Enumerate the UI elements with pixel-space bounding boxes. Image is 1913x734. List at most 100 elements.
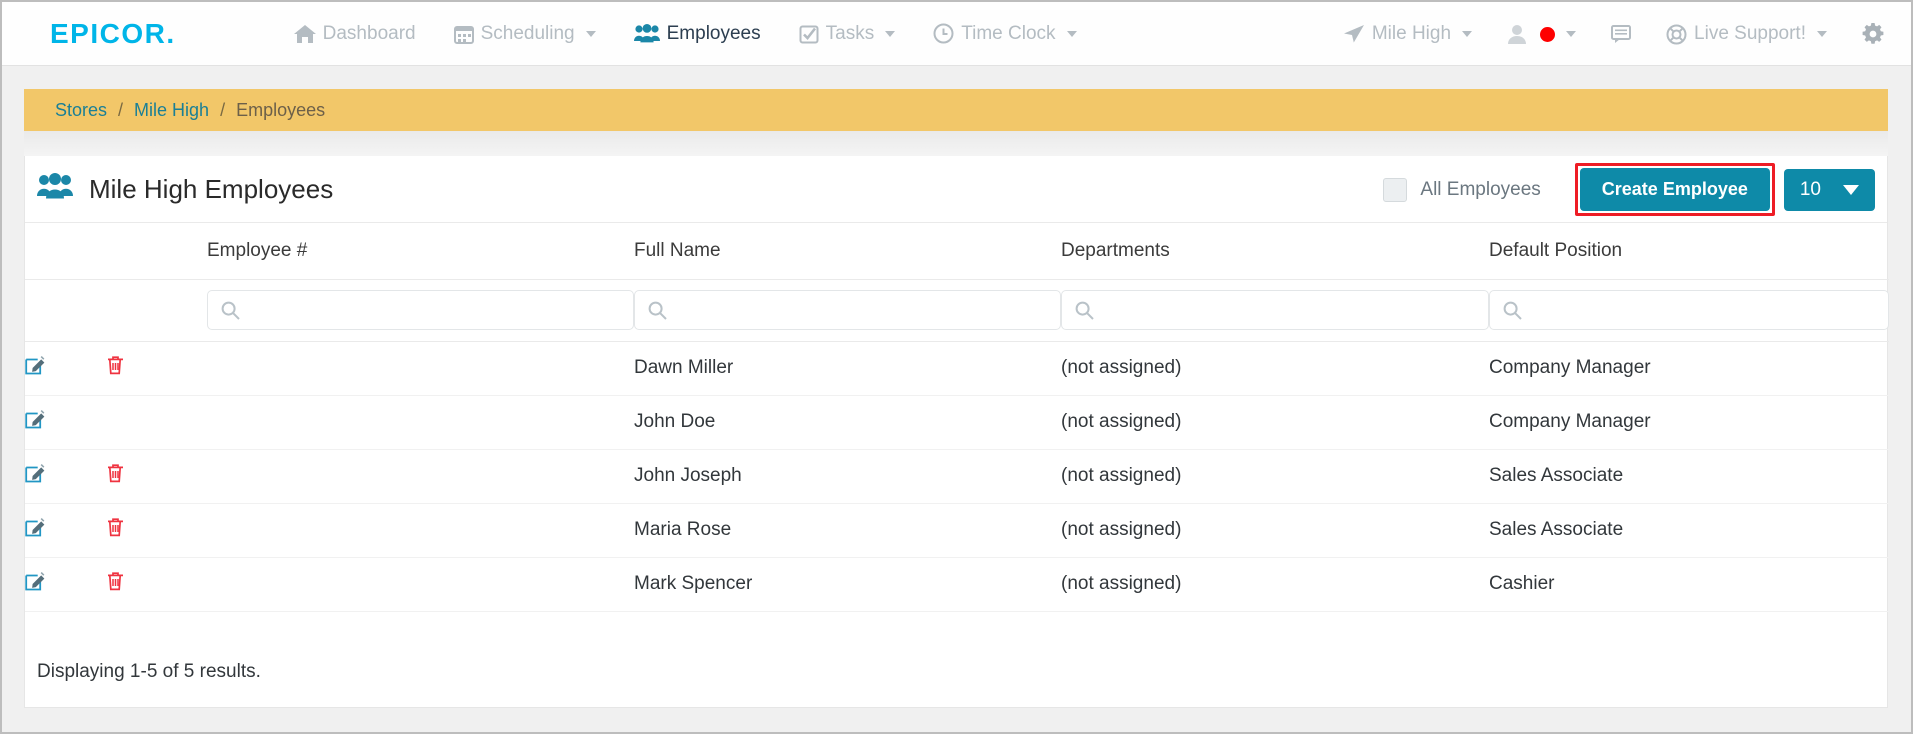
search-box-employee-number[interactable]: [207, 290, 634, 330]
cell-default-position: Company Manager: [1489, 341, 1889, 396]
filter-cell-edit: [25, 279, 107, 342]
primary-nav: Dashboard Scheduling Employees Tasks Tim…: [293, 22, 1077, 45]
logo-dot: .: [166, 17, 176, 49]
trash-icon[interactable]: [107, 517, 124, 537]
app-window: EPICOR. Dashboard Scheduling Employees T…: [0, 0, 1913, 734]
employees-table: Employee # Full Name Departments Default…: [25, 223, 1889, 612]
row-edit-cell: [25, 449, 107, 504]
nav-item-user-menu[interactable]: [1506, 23, 1577, 45]
nav-label-scheduling: Scheduling: [480, 22, 575, 44]
nav-item-tasks[interactable]: Tasks: [799, 23, 896, 45]
gear-icon: [1861, 22, 1885, 46]
nav-item-scheduling[interactable]: Scheduling: [453, 22, 596, 45]
cell-default-position: Cashier: [1489, 557, 1889, 612]
nav-item-store-selector[interactable]: Mile High: [1343, 23, 1473, 45]
create-employee-button[interactable]: Create Employee: [1579, 168, 1770, 211]
checkbox-icon[interactable]: [1383, 177, 1408, 202]
search-icon: [221, 301, 240, 325]
breadcrumb-item-stores[interactable]: Stores: [55, 100, 107, 121]
filter-cell-full-name: [634, 279, 1061, 342]
search-input-departments[interactable]: [1102, 291, 1480, 329]
create-employee-highlight: Create Employee: [1574, 163, 1775, 216]
table-header-full-name[interactable]: Full Name: [634, 223, 1061, 280]
cell-departments: (not assigned): [1061, 395, 1489, 450]
breadcrumb-separator: /: [118, 99, 124, 120]
breadcrumb-separator: /: [220, 99, 226, 120]
epicor-logo[interactable]: EPICOR.: [50, 17, 176, 49]
trash-icon[interactable]: [107, 463, 124, 483]
table-header-default-position[interactable]: Default Position: [1489, 223, 1889, 280]
breadcrumb-item-mile-high[interactable]: Mile High: [134, 100, 209, 121]
cell-default-position: Company Manager: [1489, 395, 1889, 450]
chevron-down-icon: [1566, 31, 1577, 37]
row-delete-cell: [107, 503, 207, 558]
comment-icon: [1610, 24, 1632, 44]
nav-label-tasks: Tasks: [825, 22, 875, 44]
filter-cell-departments: [1061, 279, 1489, 342]
all-employees-label: All Employees: [1420, 178, 1541, 200]
cell-full-name: Dawn Miller: [634, 341, 1061, 396]
table-row: John Doe (not assigned) Company Manager: [25, 395, 1889, 450]
secondary-nav: Mile High Live Support!: [1343, 2, 1885, 66]
location-arrow-icon: [1343, 24, 1365, 44]
check-square-icon: [799, 24, 819, 44]
page-size-dropdown[interactable]: 10: [1783, 168, 1875, 211]
cell-employee-number: [207, 449, 634, 504]
edit-icon[interactable]: [25, 463, 45, 483]
nav-item-settings[interactable]: [1861, 22, 1885, 46]
home-icon: [293, 24, 316, 44]
nav-item-time-clock[interactable]: Time Clock: [933, 23, 1077, 45]
table-header-employee-number[interactable]: Employee #: [207, 223, 634, 280]
nav-item-employees[interactable]: Employees: [633, 23, 761, 45]
page-size-value: 10: [1799, 178, 1821, 200]
edit-icon[interactable]: [25, 571, 45, 591]
row-delete-cell: [107, 557, 207, 612]
people-group-icon: [37, 172, 73, 206]
calendar-icon: [453, 24, 474, 44]
edit-icon[interactable]: [25, 517, 45, 537]
search-input-employee-number[interactable]: [248, 291, 625, 329]
search-box-default-position[interactable]: [1489, 290, 1889, 330]
status-badge: [1540, 26, 1556, 42]
table-header-row: Employee # Full Name Departments Default…: [25, 223, 1889, 280]
table-header-departments[interactable]: Departments: [1061, 223, 1489, 280]
search-input-full-name[interactable]: [675, 291, 1052, 329]
search-icon: [648, 301, 667, 325]
nav-label-store: Mile High: [1371, 23, 1452, 44]
top-navigation-bar: EPICOR. Dashboard Scheduling Employees T…: [2, 2, 1911, 66]
lifebuoy-icon: [1666, 24, 1687, 45]
nav-item-dashboard[interactable]: Dashboard: [293, 23, 416, 45]
logo-text: EPICOR: [50, 17, 167, 49]
row-delete-cell: [107, 449, 207, 504]
all-employees-toggle[interactable]: All Employees: [1383, 177, 1541, 202]
panel-header: Mile High Employees All Employees Create…: [25, 156, 1887, 223]
chevron-down-icon: [1817, 31, 1827, 37]
cell-employee-number: [207, 503, 634, 558]
filter-cell-default-position: [1489, 279, 1889, 342]
edit-icon[interactable]: [25, 355, 45, 375]
page-title: Mile High Employees: [89, 173, 334, 204]
cell-full-name: Maria Rose: [634, 503, 1061, 558]
cell-full-name: John Joseph: [634, 449, 1061, 504]
nav-item-messages[interactable]: [1610, 24, 1632, 44]
search-input-default-position[interactable]: [1530, 291, 1880, 329]
panel-header-controls: All Employees Create Employee 10: [1383, 156, 1875, 223]
search-box-departments[interactable]: [1061, 290, 1489, 330]
cell-employee-number: [207, 557, 634, 612]
edit-icon[interactable]: [25, 409, 45, 429]
table-row: John Joseph (not assigned) Sales Associa…: [25, 449, 1889, 504]
content-gap: [24, 131, 1888, 156]
search-box-full-name[interactable]: [634, 290, 1061, 330]
chevron-down-icon: [585, 30, 596, 37]
chevron-down-icon: [1066, 30, 1077, 37]
breadcrumb: Stores / Mile High / Employees: [24, 89, 1888, 131]
cell-full-name: Mark Spencer: [634, 557, 1061, 612]
trash-icon[interactable]: [107, 355, 124, 375]
nav-item-live-support[interactable]: Live Support!: [1666, 23, 1827, 45]
trash-icon[interactable]: [107, 571, 124, 591]
filter-cell-employee-number: [207, 279, 634, 342]
cell-departments: (not assigned): [1061, 449, 1489, 504]
cell-employee-number: [207, 395, 634, 450]
table-filter-row: [25, 279, 1889, 342]
results-summary: Displaying 1-5 of 5 results.: [37, 661, 261, 682]
